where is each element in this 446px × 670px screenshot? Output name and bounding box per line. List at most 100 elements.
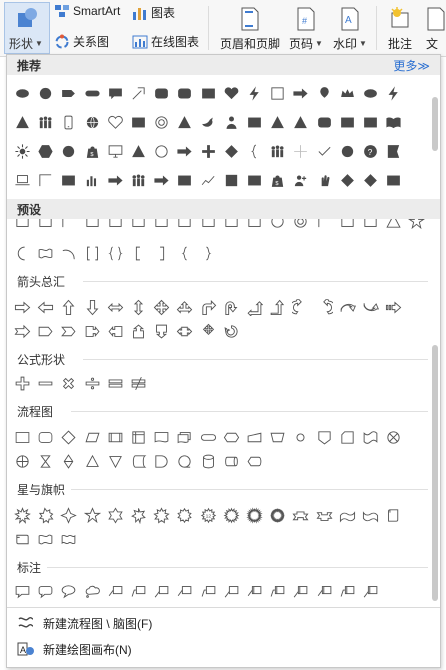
shape-triangle[interactable] (266, 110, 289, 134)
shape-rect-outline[interactable] (173, 219, 196, 233)
shape-arrow-ud[interactable] (127, 295, 150, 319)
shape-capsule[interactable] (81, 81, 104, 105)
watermark-button[interactable]: A 水印 ▼ (330, 4, 370, 52)
shape-arrow-curved-down[interactable] (359, 295, 382, 319)
shape-rounded-rect[interactable] (312, 110, 335, 134)
shape-arrow-curved-up[interactable] (336, 295, 359, 319)
shape-callout-left[interactable] (104, 319, 127, 343)
text-button[interactable]: 文 (426, 4, 446, 52)
shape-wave[interactable] (34, 241, 57, 265)
shape-arc[interactable] (57, 241, 80, 265)
shape-rounded-rect[interactable] (150, 81, 173, 105)
shape-arrow-notched[interactable] (11, 319, 34, 343)
shape-direct-storage[interactable] (220, 449, 243, 473)
shape-callout-right[interactable] (81, 319, 104, 343)
shape-arrow-diag[interactable] (127, 81, 150, 105)
shape-person[interactable] (220, 110, 243, 134)
shape-arrow-right[interactable] (104, 168, 127, 192)
shape-multidoc[interactable] (173, 425, 196, 449)
shape-callout-line11[interactable] (336, 579, 359, 603)
shape-equal[interactable] (104, 371, 127, 395)
shape-square-outline[interactable] (266, 81, 289, 105)
shape-callout-line1[interactable] (104, 579, 127, 603)
shape-lightning[interactable] (382, 81, 405, 105)
shape-terminator[interactable] (197, 425, 220, 449)
shape-arrow-curved-right[interactable] (289, 295, 312, 319)
shape-bag[interactable]: $ (81, 139, 104, 163)
shape-corner[interactable] (57, 219, 80, 233)
shape-arrow-right[interactable] (150, 168, 173, 192)
shape-callout-line7[interactable] (243, 579, 266, 603)
shape-callout-line10[interactable] (312, 579, 335, 603)
shape-star-outline[interactable] (405, 219, 428, 233)
shape-circle[interactable] (336, 139, 359, 163)
shape-seq-storage[interactable] (173, 449, 196, 473)
shape-ellipse[interactable] (11, 81, 34, 105)
shape-diamond[interactable] (57, 425, 80, 449)
relation-chart-button[interactable]: 关系图 (54, 33, 109, 50)
shape-rect-outline[interactable] (336, 219, 359, 233)
shape-arrow-up[interactable] (57, 295, 80, 319)
shape-rect-outline[interactable] (34, 219, 57, 233)
shape-rect[interactable] (382, 168, 405, 192)
shape-ribbon-curved-down[interactable] (359, 503, 382, 527)
shape-callout-line8[interactable] (266, 579, 289, 603)
shape-star8[interactable] (150, 503, 173, 527)
shape-callout-line6[interactable] (220, 579, 243, 603)
shape-wave[interactable] (34, 527, 57, 551)
shape-rect[interactable] (243, 168, 266, 192)
shape-brace-left[interactable] (173, 241, 196, 265)
shape-heart[interactable] (220, 81, 243, 105)
shape-brace-pair[interactable] (104, 241, 127, 265)
online-chart-button[interactable]: 在线图表 (132, 33, 199, 50)
shape-callout-up[interactable] (127, 319, 150, 343)
shape-predefined[interactable] (104, 425, 127, 449)
shape-triangle[interactable] (127, 139, 150, 163)
shape-extract[interactable] (81, 449, 104, 473)
shape-sum[interactable] (382, 425, 405, 449)
shape-bracket-pair[interactable] (81, 241, 104, 265)
shape-brace[interactable] (243, 139, 266, 163)
shape-plus[interactable] (197, 139, 220, 163)
shape-callout-line3[interactable] (150, 579, 173, 603)
shape-rect-outline[interactable] (104, 219, 127, 233)
new-canvas-menu-item[interactable]: A 新建绘图画布(N) (7, 639, 440, 659)
shape-callout-line5[interactable] (197, 579, 220, 603)
shape-lightning[interactable] (243, 81, 266, 105)
shape-callout-cloud[interactable] (81, 579, 104, 603)
shape-circle-outline[interactable] (266, 219, 289, 233)
shape-rect[interactable] (359, 110, 382, 134)
shape-bracket-left[interactable] (127, 241, 150, 265)
shape-rect-outline[interactable] (220, 219, 243, 233)
chart-button[interactable]: 图表 (132, 4, 175, 21)
shape-globe[interactable] (81, 110, 104, 134)
shape-diamond[interactable] (359, 168, 382, 192)
shape-arrow-uturn[interactable] (220, 295, 243, 319)
shape-rect[interactable] (197, 81, 220, 105)
shape-arrow-lru[interactable] (173, 295, 196, 319)
shape-corner[interactable] (34, 168, 57, 192)
shape-arrow-striped[interactable] (382, 295, 405, 319)
shape-hexagon[interactable] (34, 139, 57, 163)
shape-internal[interactable] (127, 425, 150, 449)
shape-scroll-vertical[interactable] (382, 503, 405, 527)
shape-people[interactable] (127, 168, 150, 192)
shape-callout-rect[interactable] (11, 579, 34, 603)
shape-minus[interactable] (34, 371, 57, 395)
shape-manual-input[interactable] (243, 425, 266, 449)
shape-triangle[interactable] (289, 110, 312, 134)
shape-rect[interactable] (11, 425, 34, 449)
shape-star10[interactable] (173, 503, 196, 527)
shape-chevron[interactable] (57, 319, 80, 343)
shape-laptop[interactable] (11, 168, 34, 192)
shape-people[interactable] (34, 110, 57, 134)
shape-heart-outline[interactable] (104, 110, 127, 134)
shape-display[interactable] (243, 449, 266, 473)
shape-diamond[interactable] (336, 168, 359, 192)
shape-scroll-horizontal[interactable] (11, 527, 34, 551)
shape-crown[interactable] (336, 81, 359, 105)
shape-arrow-right[interactable] (173, 139, 196, 163)
comment-button[interactable]: 批注 (382, 4, 418, 52)
shape-manual-op[interactable] (266, 425, 289, 449)
shape-or[interactable] (11, 449, 34, 473)
